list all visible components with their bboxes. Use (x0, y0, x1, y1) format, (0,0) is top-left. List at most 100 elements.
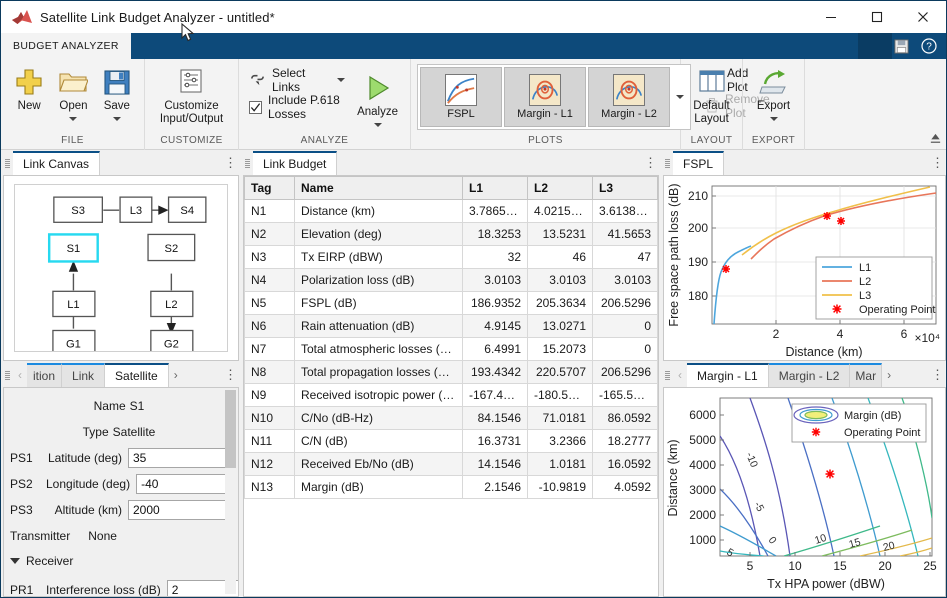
tab-margin-l1[interactable]: Margin - L1 (687, 363, 769, 387)
cell-l3[interactable]: 4.0592 (593, 476, 658, 499)
cell-l3[interactable]: 16.0592 (593, 453, 658, 476)
margin-prev-tab-arrow-icon[interactable]: ‹ (673, 363, 687, 387)
cell-l3[interactable]: 86.0592 (593, 407, 658, 430)
cell-l1[interactable]: 16.3731 (463, 430, 528, 453)
cell-tag[interactable]: N12 (245, 453, 295, 476)
cell-l2[interactable]: 15.2073 (528, 338, 593, 361)
cell-l2[interactable]: 13.5231 (528, 223, 593, 246)
cell-l2[interactable]: 13.0271 (528, 315, 593, 338)
customize-input-output-button[interactable]: Customize Input/Output (154, 63, 229, 126)
help-icon[interactable]: ? (918, 36, 940, 56)
save-button[interactable]: Save (97, 63, 137, 121)
cell-l3[interactable]: 0 (593, 338, 658, 361)
cell-name[interactable]: Received isotropic power (dBW) (295, 384, 463, 407)
cell-name[interactable]: Rain attenuation (dB) (295, 315, 463, 338)
cell-l3[interactable]: 3.0103 (593, 269, 658, 292)
table-row[interactable]: N5FSPL (dB)186.9352205.3634206.5296 (245, 292, 658, 315)
cell-tag[interactable]: N8 (245, 361, 295, 384)
cell-name[interactable]: Elevation (deg) (295, 223, 463, 246)
properties-next-tab-arrow-icon[interactable]: › (169, 363, 183, 387)
cell-tag[interactable]: N11 (245, 430, 295, 453)
tab-margin-l3[interactable]: Mar (850, 363, 882, 387)
table-row[interactable]: N8Total propagation losses (dB)193.43422… (245, 361, 658, 384)
margin-panel-grip-icon[interactable] (661, 363, 673, 387)
table-row[interactable]: N4Polarization loss (dB)3.01033.01033.01… (245, 269, 658, 292)
properties-panel-grip-icon[interactable] (1, 363, 13, 387)
col-tag[interactable]: Tag (245, 177, 295, 200)
analyze-button[interactable]: Analyze (351, 69, 404, 127)
receiver-section-header[interactable]: Receiver (10, 550, 228, 572)
panel-grip-icon[interactable] (1, 151, 13, 175)
cell-l3[interactable]: 3.6138e… (593, 200, 658, 223)
close-button[interactable] (900, 1, 946, 33)
cell-name[interactable]: Received Eb/No (dB) (295, 453, 463, 476)
cell-name[interactable]: Polarization loss (dB) (295, 269, 463, 292)
tab-margin-l2[interactable]: Margin - L2 (769, 363, 851, 387)
save-icon[interactable] (890, 36, 912, 56)
tab-link[interactable]: Link (62, 363, 105, 387)
cell-name[interactable]: Margin (dB) (295, 476, 463, 499)
cell-l1[interactable]: 3.7865e… (463, 200, 528, 223)
cell-tag[interactable]: N6 (245, 315, 295, 338)
tab-link-canvas[interactable]: Link Canvas (13, 151, 100, 175)
table-row[interactable]: N7Total atmospheric losses (dB)6.499115.… (245, 338, 658, 361)
save-chevron-down-icon[interactable] (113, 117, 121, 121)
altitude-input[interactable]: 2000 (128, 500, 228, 520)
cell-l3[interactable]: 47 (593, 246, 658, 269)
cell-tag[interactable]: N5 (245, 292, 295, 315)
cell-tag[interactable]: N7 (245, 338, 295, 361)
cell-l1[interactable]: 186.9352 (463, 292, 528, 315)
cell-name[interactable]: C/No (dB-Hz) (295, 407, 463, 430)
cell-l2[interactable]: 1.0181 (528, 453, 593, 476)
minimize-button[interactable] (808, 1, 854, 33)
cell-tag[interactable]: N13 (245, 476, 295, 499)
table-row[interactable]: N11C/N (dB)16.37313.236618.2777 (245, 430, 658, 453)
select-links-button[interactable]: Select Links (245, 69, 349, 91)
fspl-panel-grip-icon[interactable] (661, 151, 673, 175)
gallery-item-fspl[interactable]: FSPL (420, 67, 502, 127)
tab-budget-analyzer[interactable]: BUDGET ANALYZER (1, 33, 131, 59)
cell-l2[interactable]: 3.2366 (528, 430, 593, 453)
cell-tag[interactable]: N9 (245, 384, 295, 407)
cell-tag[interactable]: N10 (245, 407, 295, 430)
open-chevron-down-icon[interactable] (69, 117, 77, 121)
link-budget-panel-grip-icon[interactable] (241, 151, 253, 175)
cell-name[interactable]: Total propagation losses (dB) (295, 361, 463, 384)
default-layout-button[interactable]: Default Layout (687, 63, 735, 126)
properties-kebab-menu-icon[interactable]: ⋮ (221, 363, 241, 387)
cell-l3[interactable]: -165.5399 (593, 384, 658, 407)
collapse-ribbon-button[interactable] (924, 59, 946, 149)
latitude-input[interactable]: 35 (128, 448, 228, 468)
export-chevron-down-icon[interactable] (770, 117, 778, 121)
table-row[interactable]: N1Distance (km)3.7865e…4.0215e…3.6138e… (245, 200, 658, 223)
cell-l2[interactable]: -10.9819 (528, 476, 593, 499)
cell-tag[interactable]: N1 (245, 200, 295, 223)
cell-tag[interactable]: N4 (245, 269, 295, 292)
cell-l1[interactable]: 32 (463, 246, 528, 269)
select-links-chevron-down-icon[interactable] (337, 78, 345, 82)
gallery-item-margin-l1[interactable]: Margin - L1 (504, 67, 586, 127)
properties-vertical-scrollbar[interactable] (225, 390, 236, 594)
col-name[interactable]: Name (295, 177, 463, 200)
tab-fspl[interactable]: FSPL (673, 151, 724, 175)
analyze-chevron-down-icon[interactable] (374, 123, 382, 127)
cell-name[interactable]: FSPL (dB) (295, 292, 463, 315)
cell-l1[interactable]: 3.0103 (463, 269, 528, 292)
tab-link-budget[interactable]: Link Budget (253, 151, 337, 175)
new-button[interactable]: New (8, 63, 50, 113)
link-budget-kebab-menu-icon[interactable]: ⋮ (641, 151, 661, 175)
cell-l2[interactable]: 220.5707 (528, 361, 593, 384)
maximize-button[interactable] (854, 1, 900, 33)
link-canvas-kebab-menu-icon[interactable]: ⋮ (221, 151, 241, 175)
cell-l1[interactable]: 84.1546 (463, 407, 528, 430)
cell-l2[interactable]: 3.0103 (528, 269, 593, 292)
link-canvas-surface[interactable]: S3 L3 S4 S1 S2 L1 L2 G1 G2 (14, 184, 228, 352)
cell-l2[interactable]: 71.0181 (528, 407, 593, 430)
tab-satellite[interactable]: Satellite (105, 363, 169, 387)
cell-l1[interactable]: 6.4991 (463, 338, 528, 361)
margin-next-tab-arrow-icon[interactable]: › (882, 363, 896, 387)
fspl-chart[interactable]: 210 200 190 180 2 4 6 ×10⁴ Distance (km)… (664, 176, 945, 360)
cell-l2[interactable]: 4.0215e… (528, 200, 593, 223)
include-p618-losses-row[interactable]: Include P.618 Losses (245, 96, 349, 118)
cell-l1[interactable]: 14.1546 (463, 453, 528, 476)
